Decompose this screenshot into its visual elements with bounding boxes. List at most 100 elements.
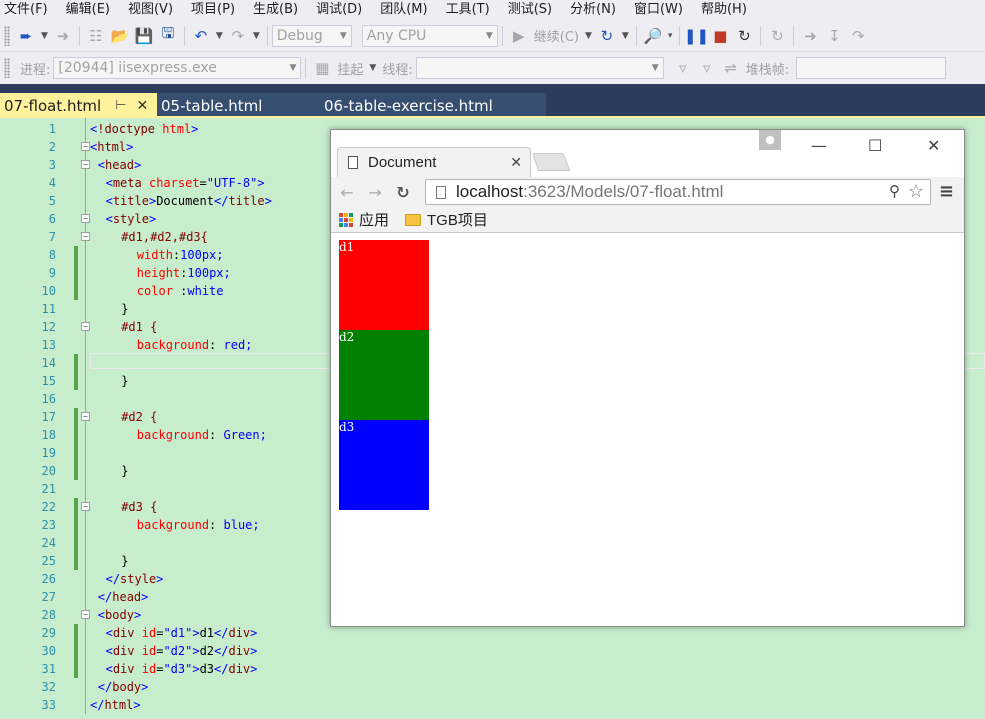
bookmark-tgb[interactable]: TGB项目 bbox=[427, 209, 488, 230]
address-bar[interactable]: localhost:3623/Models/07-float.html ⚲ ☆ bbox=[425, 179, 931, 205]
filter-toggle-icon[interactable]: ▿ bbox=[696, 57, 718, 79]
toolbar-grip[interactable] bbox=[4, 25, 10, 46]
tab-06-table-exercise[interactable]: 06-table-exercise.html bbox=[320, 93, 546, 118]
menu-test[interactable]: 测试(S) bbox=[502, 0, 564, 20]
bookmark-apps[interactable]: 应用 bbox=[359, 209, 389, 230]
configuration-combo[interactable]: Debug ▼ bbox=[271, 24, 352, 47]
step-over-icon[interactable]: ➜ bbox=[799, 25, 821, 47]
code-text: <div id="d1">d1</div> bbox=[105, 626, 258, 640]
menu-project[interactable]: 项目(P) bbox=[185, 0, 247, 20]
maximize-icon[interactable]: ☐ bbox=[868, 136, 882, 155]
chevron-down-icon[interactable]: ▼ bbox=[622, 31, 629, 41]
line-number: 17 bbox=[41, 410, 56, 424]
forward-icon[interactable]: → bbox=[363, 183, 387, 202]
chevron-down-icon[interactable]: ▼ bbox=[369, 63, 376, 73]
separator bbox=[305, 58, 307, 78]
process-combo[interactable]: [20944] iisexpress.exe ▼ bbox=[53, 57, 302, 79]
pause-icon[interactable]: ❚❚ bbox=[684, 25, 709, 47]
forward-icon[interactable]: ➜ bbox=[52, 25, 74, 47]
redo-icon[interactable]: ↷ bbox=[227, 25, 249, 47]
menu-debug[interactable]: 调试(D) bbox=[310, 0, 374, 20]
play-icon[interactable]: ▶ bbox=[508, 25, 530, 47]
browser-window[interactable]: Document ✕ ● — ☐ ✕ ← → ↻ localhost:3623/… bbox=[330, 129, 965, 627]
step-out-icon[interactable]: ↷ bbox=[847, 25, 869, 47]
minimize-icon[interactable]: — bbox=[811, 136, 827, 155]
browser-tab[interactable]: Document ✕ bbox=[337, 147, 531, 177]
line-number: 32 bbox=[41, 680, 56, 694]
separator bbox=[183, 25, 185, 46]
code-text: } bbox=[121, 302, 129, 316]
tab-05-table[interactable]: 05-table.html bbox=[157, 93, 320, 118]
suspend-button[interactable]: 挂起 bbox=[337, 59, 363, 78]
find-icon[interactable]: 🔎 bbox=[642, 25, 664, 47]
separator bbox=[501, 25, 503, 46]
collapse-icon[interactable]: − bbox=[81, 502, 90, 511]
overflow-icon[interactable]: ▾ bbox=[668, 31, 673, 41]
chevron-down-icon[interactable]: ▼ bbox=[41, 31, 48, 41]
close-icon[interactable]: ✕ bbox=[136, 98, 148, 114]
open-folder-icon[interactable]: 📂 bbox=[109, 25, 131, 47]
change-marker bbox=[74, 354, 78, 372]
code-line[interactable]: 33 </html> bbox=[0, 696, 985, 714]
code-line[interactable]: 32 </body> bbox=[0, 678, 985, 696]
save-icon[interactable]: 💾 bbox=[133, 25, 155, 47]
line-number: 15 bbox=[41, 374, 56, 388]
code-line[interactable]: 31 <div id="d3">d3</div> bbox=[0, 660, 985, 678]
pin-icon[interactable]: ⊢ bbox=[115, 98, 126, 113]
back-icon[interactable]: ← bbox=[335, 183, 359, 202]
toolbar-grip[interactable] bbox=[4, 58, 10, 78]
stop-icon[interactable]: ■ bbox=[709, 25, 731, 47]
line-number: 22 bbox=[41, 500, 56, 514]
collapse-icon[interactable]: − bbox=[81, 160, 90, 169]
close-icon[interactable]: ✕ bbox=[510, 154, 522, 171]
refresh-icon[interactable]: ↻ bbox=[596, 25, 618, 47]
restart-icon[interactable]: ↻ bbox=[733, 25, 755, 47]
show-next-statement-icon[interactable]: ↻ bbox=[766, 25, 788, 47]
undo-icon[interactable]: ↶ bbox=[190, 25, 212, 47]
stack-frame-combo[interactable] bbox=[796, 57, 947, 79]
code-text: </body> bbox=[97, 680, 149, 694]
collapse-icon[interactable]: − bbox=[81, 214, 90, 223]
save-all-icon[interactable]: 🖫 bbox=[157, 24, 179, 47]
platform-combo[interactable]: Any CPU ▼ bbox=[361, 24, 498, 47]
filter-icon[interactable]: ▿ bbox=[672, 57, 694, 79]
menu-team[interactable]: 团队(M) bbox=[374, 0, 439, 20]
menu-file[interactable]: 文件(F) bbox=[0, 0, 60, 20]
document-tab-bar: 07-float.html ⊢ ✕ 05-table.html 06-table… bbox=[0, 84, 985, 118]
continue-button[interactable]: 继续(C) bbox=[534, 26, 579, 45]
code-text: </head> bbox=[97, 590, 149, 604]
back-icon[interactable]: ➨ bbox=[15, 25, 37, 47]
code-line[interactable]: 30 <div id="d2">d2</div> bbox=[0, 642, 985, 660]
tab-07-float[interactable]: 07-float.html ⊢ ✕ bbox=[0, 93, 157, 118]
lifecycle-events-icon[interactable]: ▦ bbox=[311, 57, 333, 79]
menu-window[interactable]: 窗口(W) bbox=[628, 0, 695, 20]
new-tab-button[interactable] bbox=[531, 153, 571, 171]
step-into-icon[interactable]: ↧ bbox=[823, 25, 845, 47]
code-text: <meta charset="UTF-8"> bbox=[105, 176, 265, 190]
profile-icon[interactable]: ● bbox=[759, 130, 781, 150]
thread-combo[interactable]: ▼ bbox=[415, 57, 664, 79]
reload-icon[interactable]: ↻ bbox=[391, 183, 415, 202]
collapse-icon[interactable]: − bbox=[81, 322, 90, 331]
change-marker bbox=[74, 534, 78, 552]
page-icon bbox=[348, 156, 358, 169]
chevron-down-icon[interactable]: ▼ bbox=[585, 31, 592, 41]
menu-tools[interactable]: 工具(T) bbox=[440, 0, 502, 20]
collapse-icon[interactable]: − bbox=[81, 142, 90, 151]
new-project-icon[interactable]: ☷ bbox=[85, 25, 107, 47]
collapse-icon[interactable]: − bbox=[81, 232, 90, 241]
menu-view[interactable]: 视图(V) bbox=[122, 0, 185, 20]
star-icon[interactable]: ☆ bbox=[908, 181, 924, 202]
close-window-icon[interactable]: ✕ bbox=[927, 136, 940, 155]
collapse-icon[interactable]: − bbox=[81, 412, 90, 421]
menu-help[interactable]: 帮助(H) bbox=[695, 0, 759, 20]
menu-edit[interactable]: 编辑(E) bbox=[60, 0, 122, 20]
flag-threads-icon[interactable]: ⇌ bbox=[720, 57, 742, 79]
menu-analyze[interactable]: 分析(N) bbox=[564, 0, 628, 20]
chevron-down-icon[interactable]: ▼ bbox=[253, 31, 260, 41]
menu-icon[interactable]: ≡ bbox=[939, 181, 954, 202]
menu-build[interactable]: 生成(B) bbox=[247, 0, 310, 20]
chevron-down-icon[interactable]: ▼ bbox=[216, 31, 223, 41]
collapse-icon[interactable]: − bbox=[81, 610, 90, 619]
zoom-icon[interactable]: ⚲ bbox=[889, 182, 900, 200]
